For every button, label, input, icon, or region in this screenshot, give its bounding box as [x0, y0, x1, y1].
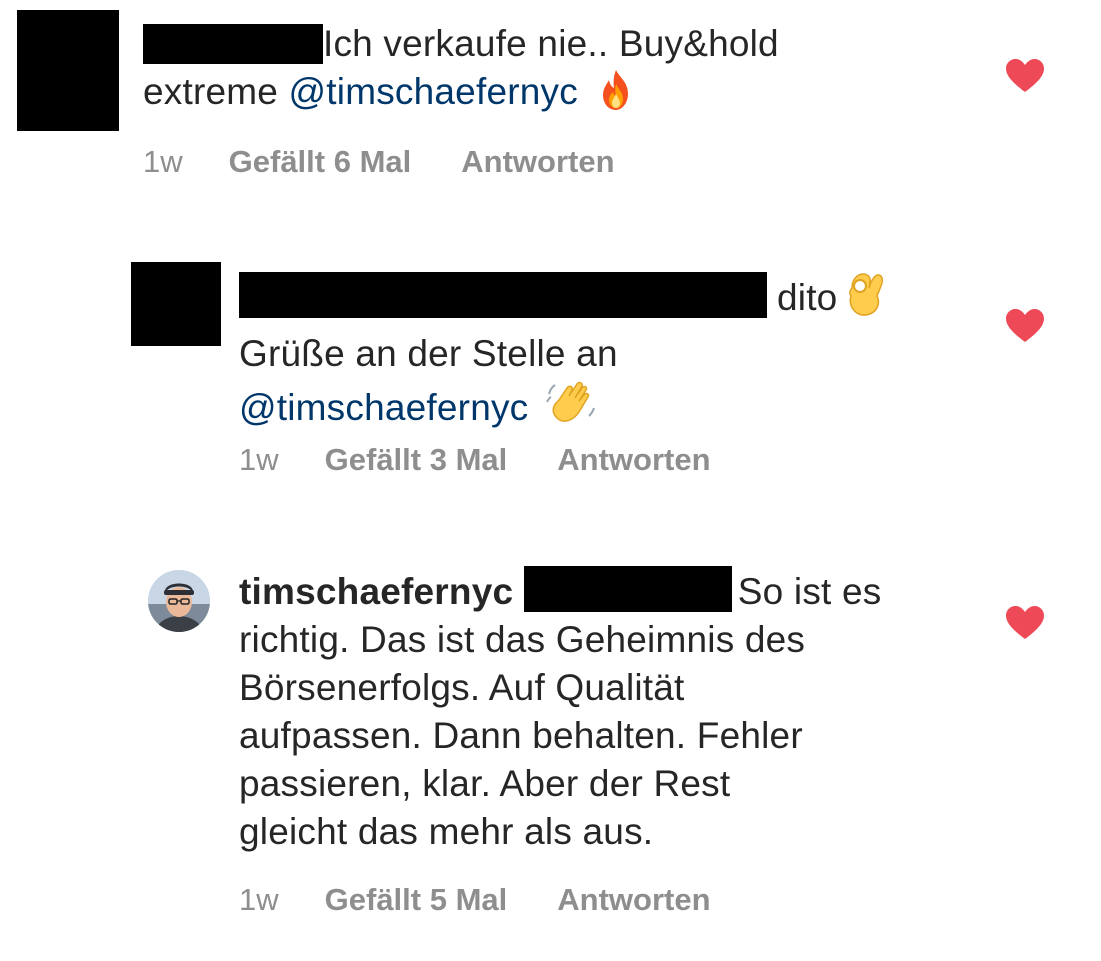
heart-icon[interactable] [1005, 308, 1045, 344]
comment-meta: 1w Gefällt 5 Mal Antworten [239, 880, 711, 920]
comment-meta: 1w Gefällt 6 Mal Antworten [143, 142, 615, 182]
ok-hand-emoji-icon [843, 268, 887, 330]
mention-link[interactable]: @timschaefernyc [289, 71, 578, 112]
comment-text-line2: richtig. Das ist das Geheimnis des [239, 619, 806, 660]
reply-button[interactable]: Antworten [557, 442, 710, 477]
comment-text-part2: Grüße an der Stelle an [239, 333, 618, 374]
heart-icon[interactable] [1005, 605, 1045, 641]
comment-username[interactable]: timschaefernyc [239, 571, 513, 612]
likes-link[interactable]: Gefällt 6 Mal [229, 144, 412, 179]
heart-icon[interactable] [1005, 58, 1045, 94]
comment-time: 1w [143, 144, 183, 179]
likes-link[interactable]: Gefällt 5 Mal [325, 882, 508, 917]
comment-text-part1: Ich verkaufe nie.. Buy&hold [323, 23, 779, 64]
comment-text-line4: aufpassen. Dann behalten. Fehler [239, 715, 803, 756]
comment-meta: 1w Gefällt 3 Mal Antworten [239, 440, 711, 480]
comment-time: 1w [239, 882, 279, 917]
avatar[interactable] [148, 570, 210, 632]
avatar-redacted[interactable] [17, 10, 119, 131]
comment-text-part2: extreme [143, 71, 279, 112]
fire-emoji-icon [594, 68, 638, 124]
comment-text: timschaefernyc So ist es richtig. Das is… [239, 566, 979, 856]
comment-text-line1: So ist es [737, 571, 882, 612]
comment-text: dito Grüße an der Stelle an @timschaefer… [239, 268, 959, 440]
reply-button[interactable]: Antworten [461, 144, 614, 179]
likes-link[interactable]: Gefällt 3 Mal [325, 442, 508, 477]
waving-hand-emoji-icon [545, 378, 599, 440]
avatar-redacted[interactable] [131, 262, 221, 346]
username-redacted[interactable] [239, 272, 767, 318]
comment-text-line5: passieren, klar. Aber der Rest [239, 763, 731, 804]
mention-link[interactable]: @timschaefernyc [239, 387, 528, 428]
username-redacted[interactable] [143, 24, 323, 64]
comment-text-line3: Börsenerfolgs. Auf Qualität [239, 667, 685, 708]
comment-text-part1: dito [777, 277, 838, 318]
reply-button[interactable]: Antworten [557, 882, 710, 917]
comment-text: Ich verkaufe nie.. Buy&hold extreme @tim… [143, 20, 963, 124]
comment-text-line6: gleicht das mehr als aus. [239, 811, 654, 852]
mention-redacted[interactable] [523, 566, 732, 612]
comment-time: 1w [239, 442, 279, 477]
